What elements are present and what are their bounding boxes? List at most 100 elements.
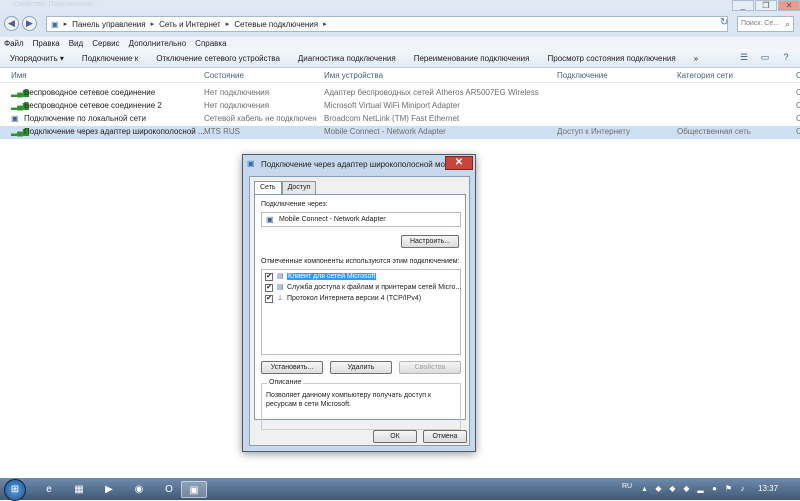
column-extra[interactable]: С: [796, 71, 800, 80]
component-label: Клиент для сетей Microsoft: [287, 273, 377, 280]
media-player-icon[interactable]: ▶: [96, 481, 122, 498]
component-checkbox[interactable]: ✔: [265, 273, 273, 281]
search-icon: ⌕: [784, 19, 790, 29]
network-connections-taskbar-icon[interactable]: ▣: [181, 481, 207, 498]
connection-name: Беспроводное сетевое соединение: [24, 88, 156, 97]
wireless-signal-icon: ▂▄▆: [11, 101, 29, 110]
help-icon[interactable]: ?: [780, 52, 792, 64]
component-checkbox[interactable]: ✔: [265, 295, 273, 303]
tab-sharing[interactable]: Доступ: [281, 181, 317, 194]
breadcrumb-control-panel[interactable]: Панель управления: [72, 20, 146, 29]
language-indicator[interactable]: RU: [622, 483, 632, 490]
component-label: Протокол Интернета версии 4 (TCP/IPv4): [287, 295, 422, 302]
column-category[interactable]: Категория сети: [677, 71, 733, 80]
chevron-right-icon: ▸: [225, 21, 230, 28]
menu-file[interactable]: Файл: [4, 39, 24, 48]
remove-button[interactable]: Удалить: [330, 361, 392, 374]
view-status-button[interactable]: Просмотр состояния подключения: [547, 54, 675, 63]
maximize-button[interactable]: ❐: [755, 0, 777, 11]
back-button[interactable]: ◀: [4, 16, 19, 31]
description-text: Позволяет данному компьютеру получать до…: [266, 392, 432, 408]
tab-network[interactable]: Сеть: [254, 181, 282, 195]
organize-button[interactable]: Упорядочить ▾: [10, 54, 64, 63]
more-commands-button[interactable]: »: [694, 54, 698, 63]
address-row: ◀ ▶ ▣ ▸ Панель управления ▸ Сеть и Интер…: [0, 11, 800, 37]
tab-panel-network: Подключение через: ▣ Mobile Connect - Ne…: [254, 194, 466, 430]
chrome-icon[interactable]: ◉: [126, 481, 152, 498]
adapter-field: ▣ Mobile Connect - Network Adapter: [261, 212, 461, 227]
tray-app-icon[interactable]: ◆: [682, 484, 691, 493]
menu-help[interactable]: Справка: [195, 39, 226, 48]
connection-device: Mobile Connect - Network Adapter: [324, 127, 446, 136]
chevron-right-icon: ▸: [150, 21, 155, 28]
table-row[interactable]: ▂▄▆ Беспроводное сетевое соединение Нет …: [0, 87, 800, 100]
menu-view[interactable]: Вид: [69, 39, 83, 48]
column-status[interactable]: Состояние: [204, 71, 244, 80]
dialog-close-button[interactable]: ✕: [445, 156, 473, 170]
breadcrumb-network-internet[interactable]: Сеть и Интернет: [159, 20, 221, 29]
breadcrumb-network-connections[interactable]: Сетевые подключения: [234, 20, 318, 29]
chevron-right-icon: ▸: [63, 21, 68, 28]
dialog-title: Подключение через адаптер широкополосной…: [261, 160, 447, 169]
minimize-button[interactable]: _: [732, 0, 754, 11]
menu-advanced[interactable]: Дополнительно: [129, 39, 187, 48]
ethernet-icon: ▣: [11, 114, 19, 123]
opera-icon[interactable]: O: [156, 481, 182, 498]
components-label: Отмеченные компоненты используются этим …: [261, 258, 460, 265]
menu-tools[interactable]: Сервис: [92, 39, 119, 48]
diagnose-button[interactable]: Диагностика подключения: [298, 54, 396, 63]
preview-pane-icon[interactable]: ▭: [759, 52, 771, 64]
antivirus-tray-icon[interactable]: ●: [710, 484, 719, 493]
list-item[interactable]: ✔ ▤ Клиент для сетей Microsoft: [265, 272, 455, 282]
tray-app-icon[interactable]: ◆: [654, 484, 663, 493]
rename-button[interactable]: Переименование подключения: [414, 54, 530, 63]
close-button[interactable]: ✕: [778, 0, 800, 11]
install-button[interactable]: Установить...: [261, 361, 323, 374]
forward-button[interactable]: ▶: [22, 16, 37, 31]
list-item[interactable]: ✔ ⊥ Протокол Интернета версии 4 (TCP/IPv…: [265, 294, 455, 304]
address-folder-icon: ▣: [51, 19, 59, 29]
chevron-right-icon: ▸: [323, 21, 327, 28]
wireless-signal-icon: ▂▄▆: [11, 88, 29, 97]
dialog-tabs: Сеть Доступ: [254, 181, 317, 195]
taskbar: ⊞ e ▦ ▶ ◉ O ▣ RU ▴ ◆ ◆ ◆ ▂ ● ⚑ ♪ 13:37: [0, 478, 800, 501]
window-titlebar: Свойства: Подключение... _ ❐ ✕: [0, 0, 800, 11]
refresh-icon[interactable]: ↻: [720, 18, 731, 29]
menu-edit[interactable]: Правка: [33, 39, 60, 48]
column-name[interactable]: Имя: [11, 71, 27, 80]
list-item[interactable]: ✔ ▤ Служба доступа к файлам и принтерам …: [265, 283, 461, 293]
tray-arrow-icon[interactable]: ▴: [640, 484, 649, 493]
connection-status: Нет подключения: [204, 88, 270, 97]
connection-extra: С: [796, 127, 800, 136]
start-button[interactable]: ⊞: [4, 479, 26, 501]
volume-tray-icon[interactable]: ♪: [738, 484, 747, 493]
table-row[interactable]: ▂▄▆ Подключение через адаптер широкополо…: [0, 126, 800, 139]
connection-device: Microsoft Virtual WiFi Miniport Adapter: [324, 101, 460, 110]
ok-button[interactable]: ОК: [373, 430, 417, 443]
clock[interactable]: 13:37: [758, 484, 778, 493]
connection-device: Адаптер беспроводных сетей Atheros AR500…: [324, 88, 539, 97]
explorer-icon[interactable]: ▦: [66, 481, 92, 498]
cancel-button[interactable]: Отмена: [423, 430, 467, 443]
component-checkbox[interactable]: ✔: [265, 284, 273, 292]
tray-app-icon[interactable]: ◆: [668, 484, 677, 493]
network-tray-icon[interactable]: ▂: [696, 484, 705, 493]
properties-button[interactable]: Свойства: [399, 361, 461, 374]
flag-tray-icon[interactable]: ⚑: [724, 484, 733, 493]
window-controls: _ ❐ ✕: [731, 0, 800, 11]
connection-status: Нет подключения: [204, 101, 270, 110]
configure-button[interactable]: Настроить...: [401, 235, 459, 248]
ie-icon[interactable]: e: [36, 481, 62, 498]
table-row[interactable]: ▂▄▆ Беспроводное сетевое соединение 2 Не…: [0, 100, 800, 113]
connect-to-button[interactable]: Подключение к: [82, 54, 138, 63]
column-connectivity[interactable]: Подключение: [557, 71, 608, 80]
view-options-icon[interactable]: ☰: [738, 52, 750, 64]
table-row[interactable]: ▣ Подключение по локальной сети Сетевой …: [0, 113, 800, 126]
properties-dialog: ▣ Подключение через адаптер широкополосн…: [242, 154, 476, 452]
search-input[interactable]: Поиск: Се... ⌕: [737, 16, 794, 32]
window-title: Свойства: Подключение...: [14, 1, 99, 8]
adapter-icon: ▣: [266, 215, 274, 224]
disable-device-button[interactable]: Отключение сетевого устройства: [156, 54, 280, 63]
column-device[interactable]: Имя устройства: [324, 71, 383, 80]
address-bar[interactable]: ▣ ▸ Панель управления ▸ Сеть и Интернет …: [46, 16, 728, 32]
